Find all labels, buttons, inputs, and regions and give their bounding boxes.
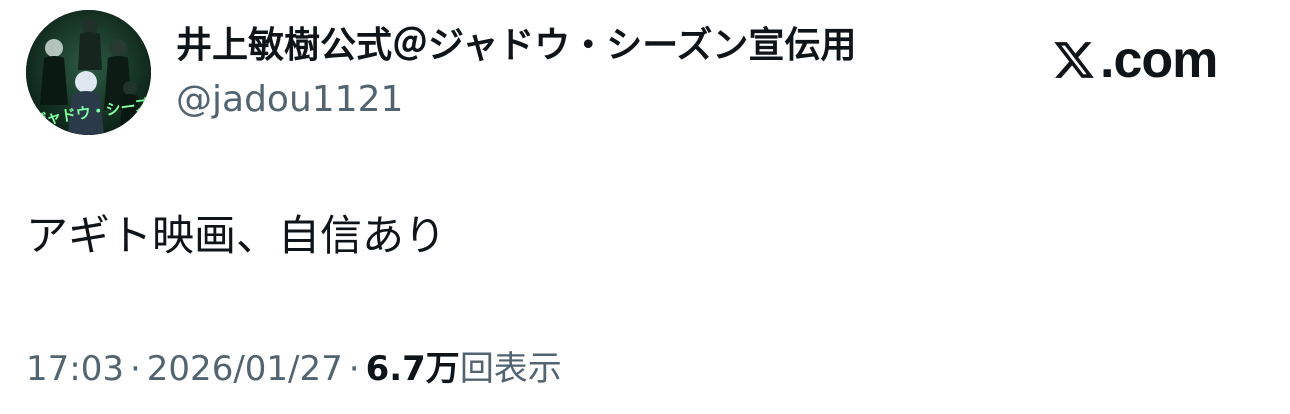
x-logo-icon <box>1054 42 1094 78</box>
tweet-meta: 17:03 · 2026/01/27 · 6.7万回表示 <box>26 344 562 394</box>
meta-separator: · <box>129 349 141 389</box>
meta-separator: · <box>348 349 360 389</box>
tweet-time[interactable]: 17:03 <box>26 349 124 389</box>
x-logo-text: .com <box>1100 31 1218 89</box>
tweet-text: アギト映画、自信あり <box>26 211 447 260</box>
views-count: 6.7万 <box>365 349 460 389</box>
author-display-name[interactable]: 井上敏樹公式＠ジャドウ・シーズン宣伝用 <box>176 22 856 70</box>
x-logo[interactable]: .com <box>1052 30 1218 90</box>
avatar-image: ジャドウ・シーズン <box>26 10 151 135</box>
views-label: 回表示 <box>459 349 562 389</box>
avatar[interactable]: ジャドウ・シーズン <box>26 10 151 135</box>
tweet-date[interactable]: 2026/01/27 <box>147 349 343 389</box>
author-handle[interactable]: @jadou1121 <box>176 76 403 124</box>
